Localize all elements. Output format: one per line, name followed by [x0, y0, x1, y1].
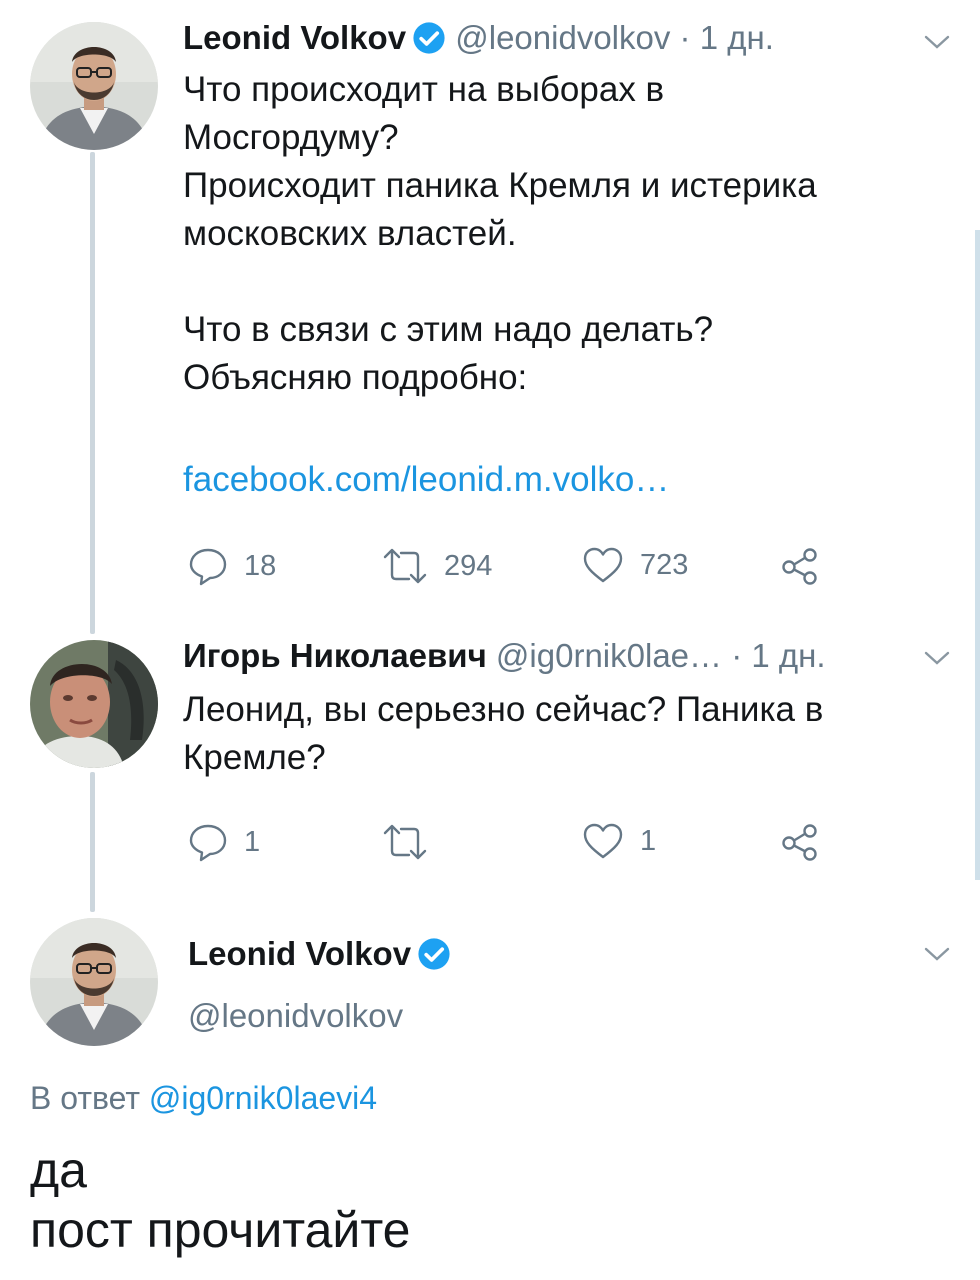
separator-dot: · [731, 637, 743, 674]
user-handle[interactable]: @leonidvolkov [455, 19, 670, 56]
reply-mention-link[interactable]: @ig0rnik0laevi4 [149, 1080, 377, 1116]
display-name[interactable]: Leonid Volkov [183, 19, 406, 56]
timestamp[interactable]: 1 дн. [751, 637, 825, 674]
retweet-button[interactable]: 294 [382, 548, 492, 584]
share-icon [780, 822, 820, 862]
retweet-icon [382, 548, 428, 584]
user-handle[interactable]: @ig0rnik0lae… [496, 637, 722, 674]
reply-button[interactable]: 18 [188, 546, 276, 586]
like-button[interactable]: 1 [582, 822, 656, 860]
verified-badge-icon [417, 937, 451, 971]
display-name[interactable]: Leonid Volkov [188, 935, 411, 972]
heart-icon [582, 822, 624, 860]
tweet-text: Леонид, вы серьезно сейчас? Паника в Кре… [183, 690, 824, 777]
chevron-down-icon[interactable] [922, 648, 952, 668]
retweet-count: 294 [444, 549, 493, 582]
chevron-down-icon[interactable] [922, 944, 952, 964]
share-button[interactable] [780, 546, 820, 586]
thread-line [90, 152, 95, 634]
tweet-link[interactable]: facebook.com/leonid.m.volko… [183, 456, 669, 504]
reply-button[interactable]: 1 [188, 822, 260, 862]
retweet-icon [382, 824, 428, 860]
separator-dot: · [679, 19, 691, 56]
tweet-text: да пост прочитайте [30, 1142, 411, 1258]
thread-line [90, 772, 95, 912]
avatar[interactable] [30, 640, 158, 768]
tweet-text: Что происходит на выборах в Мосгордуму? … [183, 70, 817, 397]
reply-prefix: В ответ [30, 1080, 141, 1116]
avatar[interactable] [30, 22, 158, 150]
avatar[interactable] [30, 918, 158, 1046]
verified-badge-icon [412, 21, 446, 55]
tweet-header: Leonid Volkov [188, 934, 451, 974]
scrollbar[interactable] [975, 230, 980, 880]
reply-icon [188, 822, 228, 862]
heart-icon [582, 546, 624, 584]
share-icon [780, 546, 820, 586]
retweet-button[interactable] [382, 824, 444, 860]
user-handle[interactable]: @leonidvolkov [188, 997, 403, 1034]
chevron-down-icon[interactable] [922, 32, 952, 52]
reply-count: 1 [244, 825, 261, 858]
tweet-header: Leonid Volkov @leonidvolkov · 1 дн. [183, 18, 774, 58]
display-name[interactable]: Игорь Николаевич [183, 637, 487, 674]
user-handle-row: @leonidvolkov [188, 996, 403, 1036]
like-count: 723 [640, 548, 689, 581]
tweet-header: Игорь Николаевич @ig0rnik0lae… · 1 дн. [183, 636, 826, 676]
reply-context: В ответ @ig0rnik0laevi4 [30, 1078, 377, 1118]
reply-icon [188, 546, 228, 586]
timestamp[interactable]: 1 дн. [700, 19, 774, 56]
like-count: 1 [640, 824, 657, 857]
like-button[interactable]: 723 [582, 546, 688, 584]
share-button[interactable] [780, 822, 820, 862]
reply-count: 18 [244, 549, 277, 582]
